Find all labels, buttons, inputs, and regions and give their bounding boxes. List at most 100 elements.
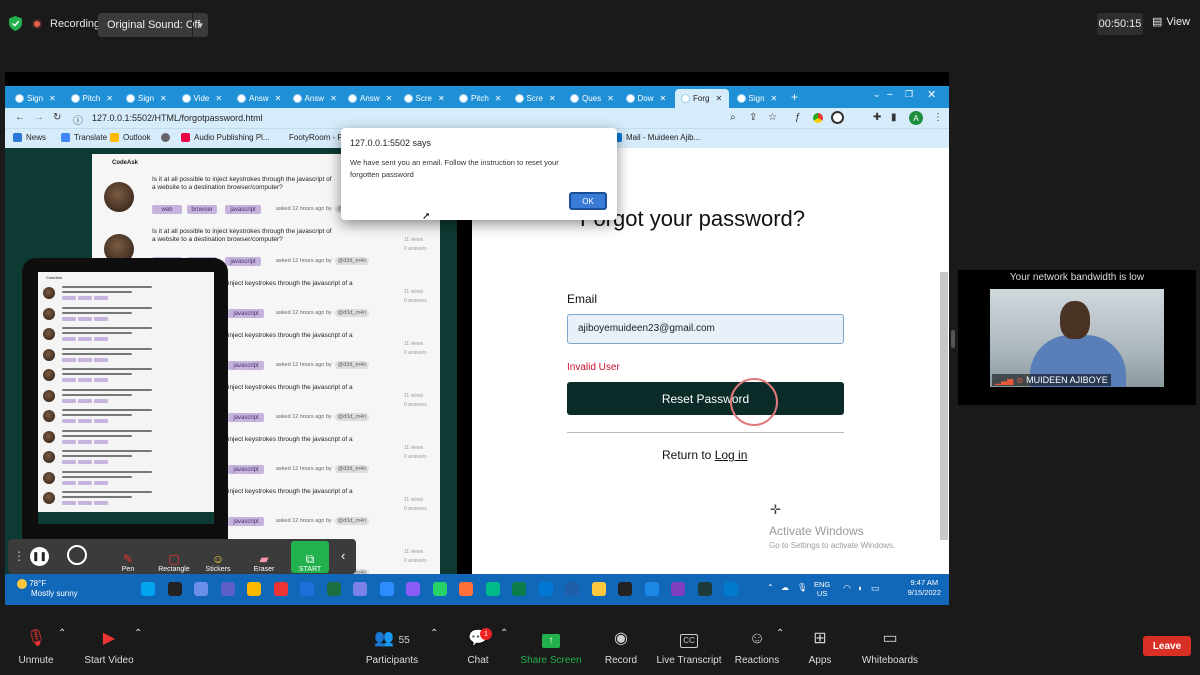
ok-button[interactable]: OK bbox=[569, 192, 607, 210]
app-icon[interactable] bbox=[618, 582, 632, 596]
live-transcript-button[interactable]: CC Live Transcript bbox=[656, 628, 722, 666]
page-scrollbar[interactable] bbox=[940, 272, 948, 540]
extension-icon[interactable]: ƒ bbox=[795, 112, 801, 123]
pen-tool[interactable]: ✎ Pen bbox=[104, 543, 152, 573]
tab-close-icon[interactable]: ✕ bbox=[495, 94, 502, 103]
chat-chevron-icon[interactable]: ⌃ bbox=[500, 628, 508, 639]
tab-close-icon[interactable]: ✕ bbox=[160, 94, 167, 103]
rectangle-tool[interactable]: ▢ Rectangle bbox=[150, 543, 198, 573]
bookmark-news[interactable]: News bbox=[13, 133, 46, 142]
chrome-extension-icon[interactable] bbox=[813, 113, 823, 123]
login-link[interactable]: Log in bbox=[715, 448, 748, 462]
edge-icon[interactable] bbox=[538, 582, 553, 596]
file-explorer-icon[interactable] bbox=[247, 582, 261, 596]
stickers-tool[interactable]: ☺ Stickers bbox=[194, 543, 242, 573]
zoom-icon[interactable]: ⌕ bbox=[730, 112, 736, 123]
share-icon[interactable]: ⇪ bbox=[749, 112, 757, 123]
windows-start-icon[interactable] bbox=[141, 582, 155, 596]
browser-tab[interactable]: Answ ✕ bbox=[231, 89, 285, 108]
teams-icon[interactable] bbox=[220, 582, 235, 596]
browser-tab[interactable]: Scre ✕ bbox=[398, 89, 452, 108]
sidebar-icon[interactable]: ▮ bbox=[891, 112, 897, 123]
maximize-icon[interactable]: ❐ bbox=[905, 89, 913, 100]
tab-close-icon[interactable]: ✕ bbox=[49, 94, 56, 103]
browser-tab[interactable]: Dow ✕ bbox=[620, 89, 674, 108]
excel-icon[interactable] bbox=[326, 582, 341, 596]
unmute-button[interactable]: 🎙 Unmute bbox=[12, 628, 60, 666]
start-video-button[interactable]: ▶ Start Video bbox=[80, 628, 138, 666]
tab-close-icon[interactable]: ✕ bbox=[438, 94, 445, 103]
mic-tray-icon[interactable]: 🎙 bbox=[797, 583, 807, 592]
browser-tab[interactable]: Answ ✕ bbox=[287, 89, 341, 108]
chevron-down-icon[interactable]: ▼ bbox=[192, 13, 208, 37]
tab-close-icon[interactable]: ✕ bbox=[386, 94, 393, 103]
chat-button[interactable]: 💬 Chat bbox=[458, 628, 498, 666]
browser-tab[interactable]: Pitch ✕ bbox=[453, 89, 507, 108]
close-window-icon[interactable]: ✕ bbox=[927, 88, 936, 101]
audio-options-chevron-icon[interactable]: ⌃ bbox=[58, 628, 66, 639]
clock[interactable]: 9:47 AM 9/15/2022 bbox=[908, 578, 941, 598]
reactions-chevron-icon[interactable]: ⌃ bbox=[776, 628, 784, 639]
reactions-button[interactable]: ☺ Reactions bbox=[734, 628, 780, 666]
cloud-icon[interactable]: ☁ bbox=[781, 583, 789, 592]
eraser-tool[interactable]: ▰ Eraser bbox=[240, 543, 288, 573]
leave-button[interactable]: Leave bbox=[1143, 636, 1191, 656]
browser-tab[interactable]: Scre ✕ bbox=[509, 89, 563, 108]
whiteboards-button[interactable]: ▭ Whiteboards bbox=[858, 628, 922, 666]
tab-close-icon[interactable]: ✕ bbox=[549, 94, 556, 103]
reload-icon[interactable]: ↻ bbox=[53, 112, 61, 123]
app-icon[interactable] bbox=[697, 582, 712, 596]
menu-dots-icon[interactable]: ⋮ bbox=[933, 112, 943, 123]
drag-handle-icon[interactable]: ⋮ bbox=[13, 549, 25, 563]
bookmark-mail[interactable]: Mail - Muideen Ajib... bbox=[613, 133, 700, 142]
minimize-icon[interactable]: – bbox=[887, 89, 893, 100]
bookmark-translate[interactable]: Translate bbox=[61, 133, 107, 142]
tab-close-icon[interactable]: ✕ bbox=[106, 94, 113, 103]
app-icon[interactable] bbox=[512, 582, 526, 596]
volume-icon[interactable]: ◖ bbox=[857, 583, 862, 593]
panel-resize-handle[interactable] bbox=[951, 330, 955, 348]
recording-indicator[interactable]: Recording bbox=[32, 14, 100, 34]
info-icon[interactable]: ⓘ bbox=[73, 112, 83, 127]
tab-close-icon[interactable]: ✕ bbox=[660, 94, 667, 103]
app-icon[interactable] bbox=[565, 582, 579, 596]
profile-extension-icon[interactable] bbox=[831, 111, 844, 124]
app-icon[interactable] bbox=[591, 582, 606, 596]
vscode-icon[interactable] bbox=[724, 582, 738, 596]
tab-close-icon[interactable]: ✕ bbox=[771, 94, 778, 103]
weather-widget[interactable]: 78°F Mostly sunny bbox=[17, 579, 78, 599]
tab-close-icon[interactable]: ✕ bbox=[275, 94, 282, 103]
participants-button[interactable]: 👥 55 Participants bbox=[362, 628, 422, 666]
app-icon[interactable] bbox=[406, 582, 420, 596]
apps-button[interactable]: ⊞ Apps bbox=[802, 628, 838, 666]
wifi-icon[interactable]: ◠ bbox=[843, 583, 851, 594]
forward-arrow-icon[interactable]: → bbox=[34, 112, 44, 123]
bookmark-outlook[interactable]: Outlook bbox=[110, 133, 151, 142]
participants-chevron-icon[interactable]: ⌃ bbox=[430, 628, 438, 639]
browser-tab[interactable]: Sign ✕ bbox=[120, 89, 174, 108]
visual-studio-icon[interactable] bbox=[671, 582, 685, 596]
word-icon[interactable] bbox=[300, 582, 314, 596]
email-field[interactable]: ajiboyemuideen23@gmail.com bbox=[567, 314, 844, 344]
record-button[interactable]: ◉ Record bbox=[600, 628, 642, 666]
tab-close-icon[interactable]: ✕ bbox=[607, 94, 614, 103]
tab-search-icon[interactable]: ⌄ bbox=[873, 89, 881, 100]
task-view-icon[interactable] bbox=[194, 582, 208, 596]
new-tab-icon[interactable]: + bbox=[791, 90, 798, 104]
shield-icon[interactable] bbox=[9, 16, 22, 31]
pause-icon[interactable]: ❚❚ bbox=[30, 547, 49, 566]
browser-tab[interactable]: Vide ✕ bbox=[176, 89, 230, 108]
zoom-icon[interactable] bbox=[379, 582, 394, 596]
browser-tab[interactable]: Sign ✕ bbox=[731, 89, 785, 108]
participant-video-tile[interactable]: Your network bandwidth is low ▁▃▅ ⊘ MUID… bbox=[958, 270, 1196, 405]
app-icon[interactable] bbox=[644, 582, 659, 596]
puzzle-icon[interactable]: ✚ bbox=[873, 112, 881, 123]
profile-avatar[interactable]: A bbox=[909, 111, 923, 125]
whatsapp-icon[interactable] bbox=[432, 582, 447, 596]
tab-close-icon[interactable]: ✕ bbox=[330, 94, 337, 103]
battery-icon[interactable]: ▭ bbox=[871, 583, 880, 594]
browser-tab[interactable]: Answ ✕ bbox=[342, 89, 396, 108]
share-screen-button[interactable]: ↑ Share Screen bbox=[520, 628, 582, 666]
start-button[interactable]: ⧉ START bbox=[291, 541, 329, 573]
collapse-chevron-icon[interactable]: ‹ bbox=[341, 548, 345, 563]
